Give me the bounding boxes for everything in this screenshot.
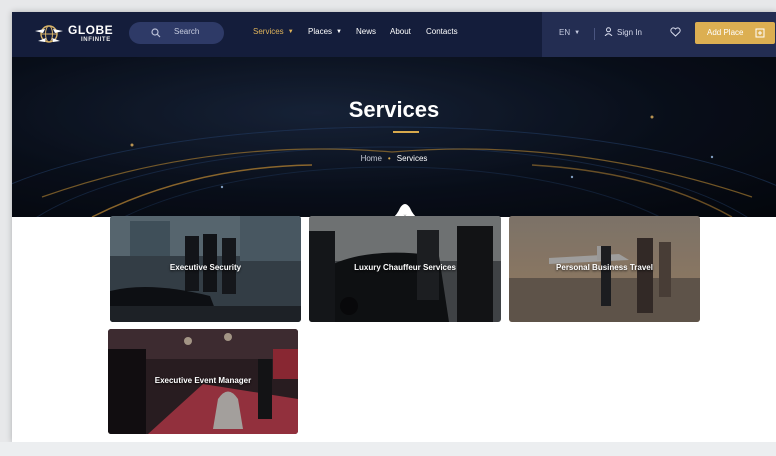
hero-background-image: [12, 57, 776, 217]
service-card-luxury-chauffeur[interactable]: Luxury Chauffeur Services: [309, 216, 501, 322]
nav-about-label: About: [390, 27, 411, 36]
nav-places[interactable]: Places ▼: [308, 27, 342, 36]
nav-services[interactable]: Services ▼: [253, 27, 294, 36]
chevron-down-icon: ▼: [336, 29, 342, 35]
service-card-executive-event-manager[interactable]: Executive Event Manager: [108, 329, 298, 434]
service-title: Executive Security: [169, 263, 242, 272]
logo-text-globe: GLOBE: [68, 23, 114, 37]
chevron-down-icon: ▼: [287, 29, 294, 35]
breadcrumb-current: Services: [396, 154, 428, 163]
breadcrumb: Home • Services: [12, 154, 776, 163]
nav-contacts[interactable]: Contacts: [426, 27, 458, 36]
site-header: GLOBE INFINITE Search Services ▼ Places ▼ …: [12, 12, 776, 57]
nav-places-label: Places: [308, 27, 333, 36]
service-title: Executive Event Manager: [154, 375, 252, 385]
breadcrumb-home[interactable]: Home: [361, 154, 382, 163]
add-place-label: Add Place: [707, 28, 744, 37]
logo-text-infinite: INFINITE: [81, 37, 111, 43]
sign-in-link[interactable]: Sign In: [604, 27, 642, 37]
language-selector[interactable]: EN ▼: [559, 28, 580, 37]
nav-news-label: News: [356, 27, 377, 36]
search-icon: [151, 28, 161, 38]
add-place-button[interactable]: Add Place: [695, 22, 775, 44]
nav-services-label: Services: [253, 27, 284, 36]
sign-in-label: Sign In: [617, 28, 642, 37]
browser-page: GLOBE INFINITE Search Services ▼ Places ▼ …: [12, 12, 776, 442]
title-underline: [393, 131, 419, 133]
header-actions: EN ▼ Sign In Add Place: [542, 12, 776, 57]
search-input[interactable]: Search: [129, 22, 224, 44]
hero-banner: Services Home • Services: [12, 57, 776, 217]
language-label: EN: [559, 28, 571, 37]
heart-icon[interactable]: [670, 27, 681, 37]
page-bottom-edge: [0, 442, 776, 456]
service-card-personal-business-travel[interactable]: Personal Business Travel: [509, 216, 700, 322]
page-title: Services: [348, 97, 440, 122]
service-title: Personal Business Travel: [556, 263, 653, 272]
globe-icon: [35, 25, 63, 43]
divider: [594, 28, 595, 40]
nav-news[interactable]: News: [356, 27, 376, 36]
site-logo[interactable]: GLOBE INFINITE: [34, 21, 124, 47]
service-card-executive-security[interactable]: Executive Security: [110, 216, 301, 322]
add-place-icon: [755, 28, 765, 38]
nav-about[interactable]: About: [390, 27, 411, 36]
user-icon: [604, 27, 613, 36]
nav-contacts-label: Contacts: [426, 27, 458, 36]
chevron-down-icon: ▼: [574, 30, 581, 36]
search-label: Search: [174, 27, 200, 36]
breadcrumb-separator: •: [387, 154, 391, 163]
service-title: Luxury Chauffeur Services: [354, 263, 456, 272]
